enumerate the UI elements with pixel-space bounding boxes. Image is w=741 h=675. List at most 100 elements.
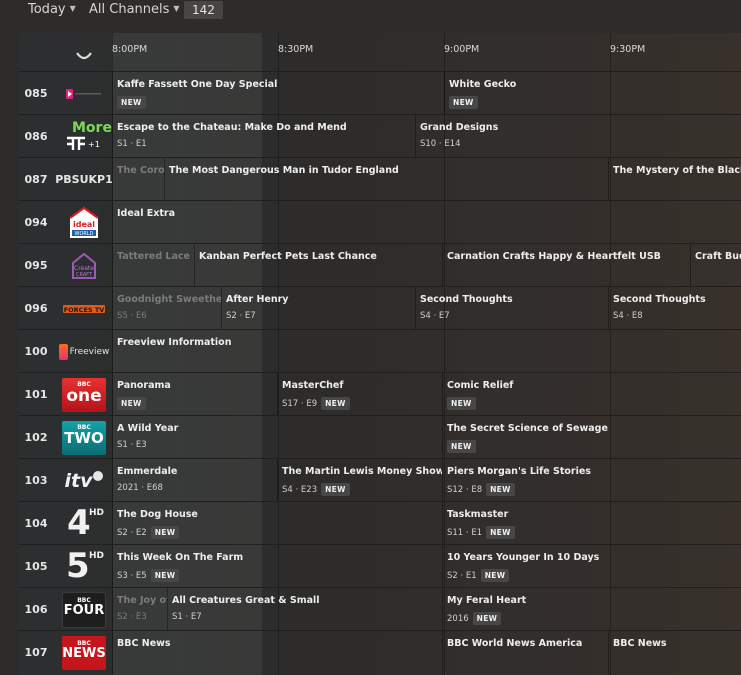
channel-number: 086	[24, 130, 48, 143]
channel-logo-text: itv	[64, 469, 93, 492]
channel-number: 102	[24, 431, 48, 444]
bbc-news-logo[interactable]: BBC NEWS	[56, 633, 112, 672]
itv-logo[interactable]: itv	[56, 461, 112, 500]
program-cell[interactable]: Taskmaster S11 · E1 NEW	[442, 502, 741, 545]
channel-row: 106 BBCFOUR The Joy of Painting S2 · E3 All …	[18, 587, 741, 631]
program-title: The Secret Science of Sewage	[447, 423, 608, 434]
program-cell[interactable]: Escape to the Chateau: Make Do and Mend S…	[112, 115, 415, 158]
program-cell[interactable]: Ideal Extra	[112, 201, 741, 244]
program-title: MasterChef	[282, 380, 344, 391]
program-cell[interactable]: All Creatures Great & Small S1 · E7	[167, 588, 442, 631]
program-cell[interactable]: The Corona	[112, 158, 164, 201]
episode-info: S11 · E1	[447, 528, 483, 538]
program-cell[interactable]: 10 Years Younger In 10 Days S2 · E1 NEW	[442, 545, 741, 588]
program-title: Carnation Crafts Happy & Heartfelt USB	[447, 251, 661, 262]
forces-tv-logo[interactable]: FORCES TV	[56, 289, 112, 328]
program-cell[interactable]: Panorama NEW	[112, 373, 277, 416]
program-cell[interactable]: The Martin Lewis Money Show Live S4 · E23…	[277, 459, 442, 502]
program-cell[interactable]: The Dog House S2 · E2 NEW	[112, 502, 442, 545]
channel-callsign-text: PBSUKP1	[55, 173, 113, 186]
program-meta: S4 · E7	[420, 311, 608, 321]
program-meta: S2 · E7	[226, 311, 415, 321]
program-cell[interactable]: This Week On The Farm S3 · E5 NEW	[112, 545, 442, 588]
program-meta: S4 · E8	[613, 311, 741, 321]
bbc-two-logo[interactable]: BBC TWO	[56, 418, 112, 457]
episode-info: S1 · E1	[117, 139, 147, 149]
episode-info: S4 · E23	[282, 485, 318, 495]
new-badge: NEW	[117, 397, 146, 410]
episode-info: S2 · E1	[447, 571, 477, 581]
program-title: The Martin Lewis Money Show Live	[282, 466, 442, 477]
program-cell[interactable]: The Joy of Painting S2 · E3	[112, 588, 167, 631]
program-cell[interactable]: Kanban Perfect Pets Last Chance	[194, 244, 442, 287]
program-cell[interactable]: The Mystery of the Black Death	[608, 158, 741, 201]
channel-5-hd-logo[interactable]: 5 HD	[56, 546, 112, 586]
program-cell[interactable]: My Feral Heart 2016 NEW	[442, 588, 741, 631]
chevron-down-icon: ▼	[69, 4, 76, 13]
program-title: The Corona	[117, 165, 164, 176]
program-cell[interactable]: Grand Designs S10 · E14	[415, 115, 608, 158]
program-cell[interactable]: Goodnight Sweetheart S5 · E6	[112, 287, 221, 330]
channel-row: 104 4 HD The Dog House S2 · E2 NEW Taskmaster S…	[18, 501, 741, 545]
program-cell[interactable]: Tattered Lace Card	[112, 244, 194, 287]
episode-info: S2 · E3	[117, 612, 147, 622]
program-meta: S5 · E6	[117, 311, 221, 321]
channel-row: 085 Kaffe Fassett One Day Special NEW White…	[18, 71, 741, 115]
program-title: My Feral Heart	[447, 595, 527, 606]
program-cell[interactable]: MasterChef S17 · E9 NEW	[277, 373, 442, 416]
channel-row: 107 BBC NEWS BBC News BBC World News America…	[18, 630, 741, 674]
program-cell[interactable]: The Most Dangerous Man in Tudor England	[164, 158, 608, 201]
episode-info: S12 · E8	[447, 485, 483, 495]
program-cell[interactable]: Emmerdale 2021 · E68	[112, 459, 277, 502]
new-badge: NEW	[449, 96, 478, 109]
program-cell[interactable]: Second Thoughts S4 · E8	[608, 287, 741, 330]
svg-text:FORCES TV: FORCES TV	[64, 306, 105, 314]
bbc-four-logo[interactable]: BBC FOUR	[56, 590, 112, 629]
channel-row: 101 BBC one Panorama NEW MasterChef S17 · E9 NE…	[18, 372, 741, 416]
channel-row: 095 CreateCRAFT Tattered Lace Card Kanban P…	[18, 243, 741, 287]
program-cell[interactable]: BBC News	[112, 631, 442, 674]
channel-4-hd-logo[interactable]: 4 HD	[56, 503, 112, 543]
channel-number: 103	[24, 474, 48, 487]
program-cell[interactable]: Second Thoughts S4 · E7	[415, 287, 608, 330]
freeview-logo[interactable]: Freeview	[56, 332, 112, 371]
partial-channel-logo	[56, 49, 112, 63]
episode-info: 2016	[447, 614, 469, 624]
bbc-one-logo[interactable]: BBC one	[56, 375, 112, 414]
episode-info: S4 · E8	[613, 311, 643, 321]
channel-logo-text: FOUR	[63, 602, 105, 618]
channel-number: 106	[24, 603, 48, 616]
program-cell[interactable]: After Henry S2 · E7	[221, 287, 415, 330]
program-meta: NEW	[117, 96, 444, 109]
day-dropdown[interactable]: Today ▼	[28, 2, 76, 17]
program-cell[interactable]: A Wild Year S1 · E3	[112, 416, 442, 459]
channel-row: 102 BBC TWO A Wild Year S1 · E3 The Secret Sc…	[18, 415, 741, 459]
program-title: Kanban Perfect Pets Last Chance	[199, 251, 377, 262]
program-meta: S4 · E23 NEW	[282, 483, 442, 496]
create-and-craft-logo[interactable]: Create CRAFT	[56, 246, 112, 285]
channels-dropdown[interactable]: All Channels ▼	[89, 2, 180, 17]
program-cell[interactable]: Piers Morgan's Life Stories S12 · E8 NEW	[442, 459, 741, 502]
program-meta: S10 · E14	[420, 139, 608, 149]
program-title: Goodnight Sweetheart	[117, 294, 221, 305]
program-cell[interactable]: Freeview Information	[112, 330, 741, 373]
guide-toolbar: Today ▼ All Channels ▼ 142	[0, 0, 741, 22]
program-cell[interactable]: Carnation Crafts Happy & Heartfelt USB	[442, 244, 690, 287]
channel-callsign[interactable]: PBSUKP1	[55, 160, 113, 199]
program-cell[interactable]: White Gecko NEW	[444, 72, 741, 115]
program-title: Panorama	[117, 380, 171, 391]
program-cell[interactable]: BBC News	[608, 631, 741, 674]
program-cell[interactable]: Craft Budget	[690, 244, 741, 287]
more4-plus1-logo[interactable]: More +1	[56, 117, 112, 156]
program-cell[interactable]: Kaffe Fassett One Day Special NEW	[112, 72, 444, 115]
new-badge: NEW	[150, 526, 180, 539]
program-cell[interactable]: The Secret Science of Sewage NEW	[442, 416, 741, 459]
program-meta: S1 · E7	[172, 612, 442, 622]
program-cell[interactable]: BBC World News America	[442, 631, 608, 674]
channel-number: 105	[24, 560, 48, 573]
program-title: Freeview Information	[117, 337, 232, 348]
episode-info: S17 · E9	[282, 399, 318, 409]
ideal-world-logo[interactable]: ideal WORLD	[56, 203, 112, 242]
pink-channel-logo[interactable]	[56, 74, 112, 113]
program-cell[interactable]: Comic Relief NEW	[442, 373, 741, 416]
